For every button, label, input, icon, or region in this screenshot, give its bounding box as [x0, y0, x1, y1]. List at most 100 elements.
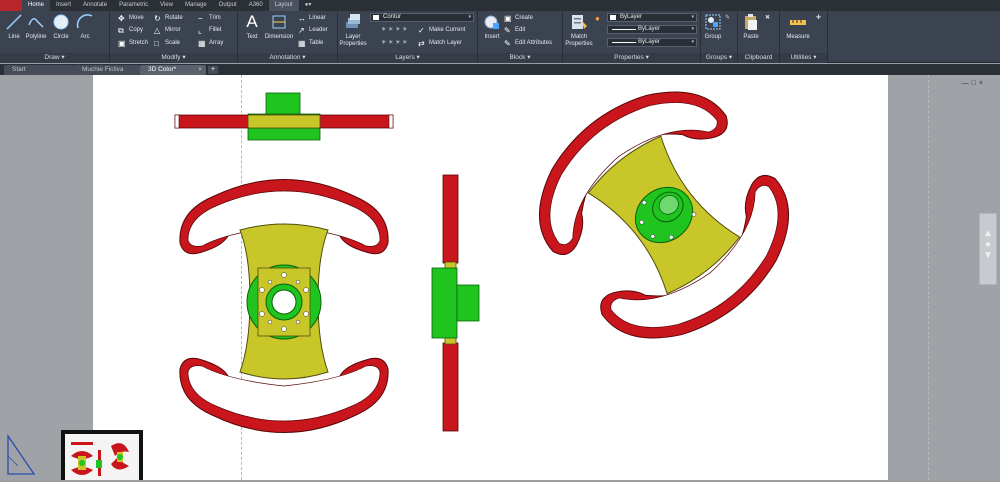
tab-manage[interactable]: Manage: [179, 0, 213, 11]
tab-output[interactable]: Output: [213, 0, 243, 11]
doc-tab-start[interactable]: Start: [4, 65, 74, 75]
arc-icon: [76, 14, 93, 29]
front-view-bolt-hole: [267, 279, 273, 285]
edit-block-button[interactable]: ✎ Edit: [504, 25, 525, 36]
tab-annotate[interactable]: Annotate: [77, 0, 113, 11]
utilities-panel-title[interactable]: Utilities ▾: [780, 53, 827, 63]
create-block-button[interactable]: ▣ Create: [504, 13, 533, 24]
table-button[interactable]: ▦ Table: [298, 38, 323, 49]
front-view-bolt-hole: [281, 326, 287, 332]
move-button[interactable]: ✥ Move: [118, 13, 144, 24]
make-current-button[interactable]: ✓ Make Current: [418, 25, 465, 36]
group-tools-button[interactable]: ✎: [725, 13, 730, 24]
match-layer-button[interactable]: ⇄ Match Layer: [418, 38, 462, 49]
line-icon: [6, 14, 22, 30]
dimension-button[interactable]: Dimension: [263, 13, 295, 40]
circle-icon: [53, 14, 69, 30]
color-combo[interactable]: ByLayer ▾: [607, 13, 697, 22]
close-icon[interactable]: ×: [198, 65, 202, 75]
move-icon: ✥: [118, 14, 125, 23]
copy-button[interactable]: ⧉ Copy: [118, 25, 143, 36]
rotate-button[interactable]: ↻ Rotate: [154, 13, 183, 24]
tab-insert[interactable]: Insert: [50, 0, 77, 11]
layer-tools-icons[interactable]: ☀ ☀ ☀ ☀: [370, 25, 408, 36]
group-button[interactable]: Group: [701, 13, 725, 40]
trim-button[interactable]: − Trim: [198, 13, 221, 24]
clipboard-panel-title[interactable]: Clipboard: [738, 53, 779, 63]
front-view-hub-bore: [271, 289, 297, 315]
leader-icon: ↗: [298, 26, 305, 35]
side-view-red-rim-bottom: [442, 342, 459, 432]
arc-label: Arc: [80, 34, 90, 40]
ribbon-options-button[interactable]: ●▾: [299, 0, 318, 11]
color-wheel-button[interactable]: ●: [595, 13, 600, 24]
chevron-down-icon: ▾: [691, 26, 694, 32]
application-menu-button[interactable]: [0, 0, 22, 11]
match-properties-button[interactable]: Match Properties: [563, 13, 595, 48]
block-panel-title[interactable]: Block ▾: [478, 53, 562, 63]
annotation-panel-title[interactable]: Annotation ▾: [238, 53, 337, 63]
groups-panel-title[interactable]: Groups ▾: [701, 53, 737, 63]
arc-button[interactable]: Arc: [71, 13, 99, 40]
mirror-button[interactable]: △ Mirror: [154, 25, 181, 36]
layout-thumbnail-preview[interactable]: [61, 430, 143, 480]
modify-panel: ✥ Move ↻ Rotate − Trim ⧉ Copy △ Mirror ⌞ Fille…: [110, 11, 238, 63]
modify-panel-title[interactable]: Modify ▾: [110, 53, 237, 63]
drawing-area[interactable]: —□× ▲ ● ▼: [0, 75, 1000, 480]
front-view-bolt-hole: [303, 311, 309, 317]
front-view: [179, 179, 389, 433]
lineweight-combo[interactable]: ByLayer ▾: [607, 38, 697, 47]
viewport-window-controls[interactable]: —□×: [962, 80, 986, 87]
layer-combo[interactable]: Contur ▾: [370, 13, 474, 22]
layer-properties-button[interactable]: Layer Properties: [338, 13, 368, 48]
annotation-panel: A Text Dimension ↔ Linear ↗ Leader ▦ Table …: [238, 11, 338, 63]
fillet-button[interactable]: ⌞ Fillet: [198, 25, 222, 36]
chevron-down-icon: ▾: [468, 14, 471, 20]
cad-drawing[interactable]: [0, 75, 1000, 480]
group-icon: [705, 14, 721, 30]
leader-button[interactable]: ↗ Leader: [298, 25, 328, 36]
linetype-combo[interactable]: ByLayer ▾: [607, 25, 697, 34]
edit-attributes-button[interactable]: ✎ Edit Attributes: [504, 38, 552, 49]
front-view-bolt-hole: [295, 279, 301, 285]
tab-a360[interactable]: A360: [243, 0, 269, 11]
doc-tab-3d-color[interactable]: 3D Color* ×: [140, 65, 206, 75]
clipboard-tools-button[interactable]: ✖: [765, 13, 770, 24]
front-view-bolt-hole: [281, 272, 287, 278]
linear-button[interactable]: ↔ Linear: [298, 13, 326, 24]
color-wheel-icon: ●: [595, 14, 600, 23]
tab-view[interactable]: View: [154, 0, 179, 11]
ribbon: Line Polyline Circle Arc Draw ▾ ✥ Move ↻ R…: [0, 11, 1000, 63]
front-view-bolt-hole: [267, 319, 273, 325]
properties-panel-title[interactable]: Properties ▾: [563, 53, 700, 63]
navigation-bar[interactable]: ▲ ● ▼: [979, 213, 997, 285]
layers-panel-title[interactable]: Layers ▾: [338, 53, 477, 63]
text-button[interactable]: A Text: [238, 13, 266, 41]
utilities-tools-button[interactable]: ✚: [816, 13, 821, 24]
tab-parametric[interactable]: Parametric: [113, 0, 154, 11]
array-button[interactable]: ▦ Array: [198, 38, 223, 49]
dimension-icon: [272, 15, 286, 29]
mirror-icon: △: [154, 26, 161, 35]
doc-tab-muchie-fictiva[interactable]: Muchie Fictiva: [74, 65, 140, 75]
utilities-panel: Measure ✚ Utilities ▾: [780, 11, 828, 63]
draw-panel-title[interactable]: Draw ▾: [0, 53, 109, 63]
ribbon-tab-bar: Home Insert Annotate Parametric View Man…: [0, 0, 1000, 11]
measure-button[interactable]: Measure: [782, 13, 814, 40]
tab-home[interactable]: Home: [22, 0, 51, 11]
stretch-button[interactable]: ▣ Stretch: [118, 38, 148, 49]
scale-button[interactable]: □ Scale: [154, 38, 180, 49]
layer-tools-icons-2[interactable]: ☀ ☀ ☀ ☀: [370, 38, 408, 49]
fillet-icon: ⌞: [198, 26, 202, 35]
insert-button[interactable]: Insert: [478, 13, 506, 40]
match-layer-icon: ⇄: [418, 39, 425, 48]
tab-layout[interactable]: Layout: [268, 0, 299, 11]
front-view-bolt-hole: [303, 287, 309, 293]
stretch-icon: ▣: [118, 39, 126, 48]
linetype-sample: [612, 29, 636, 30]
paste-button[interactable]: Paste: [738, 13, 764, 40]
rotate-icon: ↻: [154, 14, 161, 23]
polyline-button[interactable]: Polyline: [22, 13, 50, 40]
new-tab-button[interactable]: +: [208, 66, 218, 74]
table-icon: ▦: [298, 39, 306, 48]
